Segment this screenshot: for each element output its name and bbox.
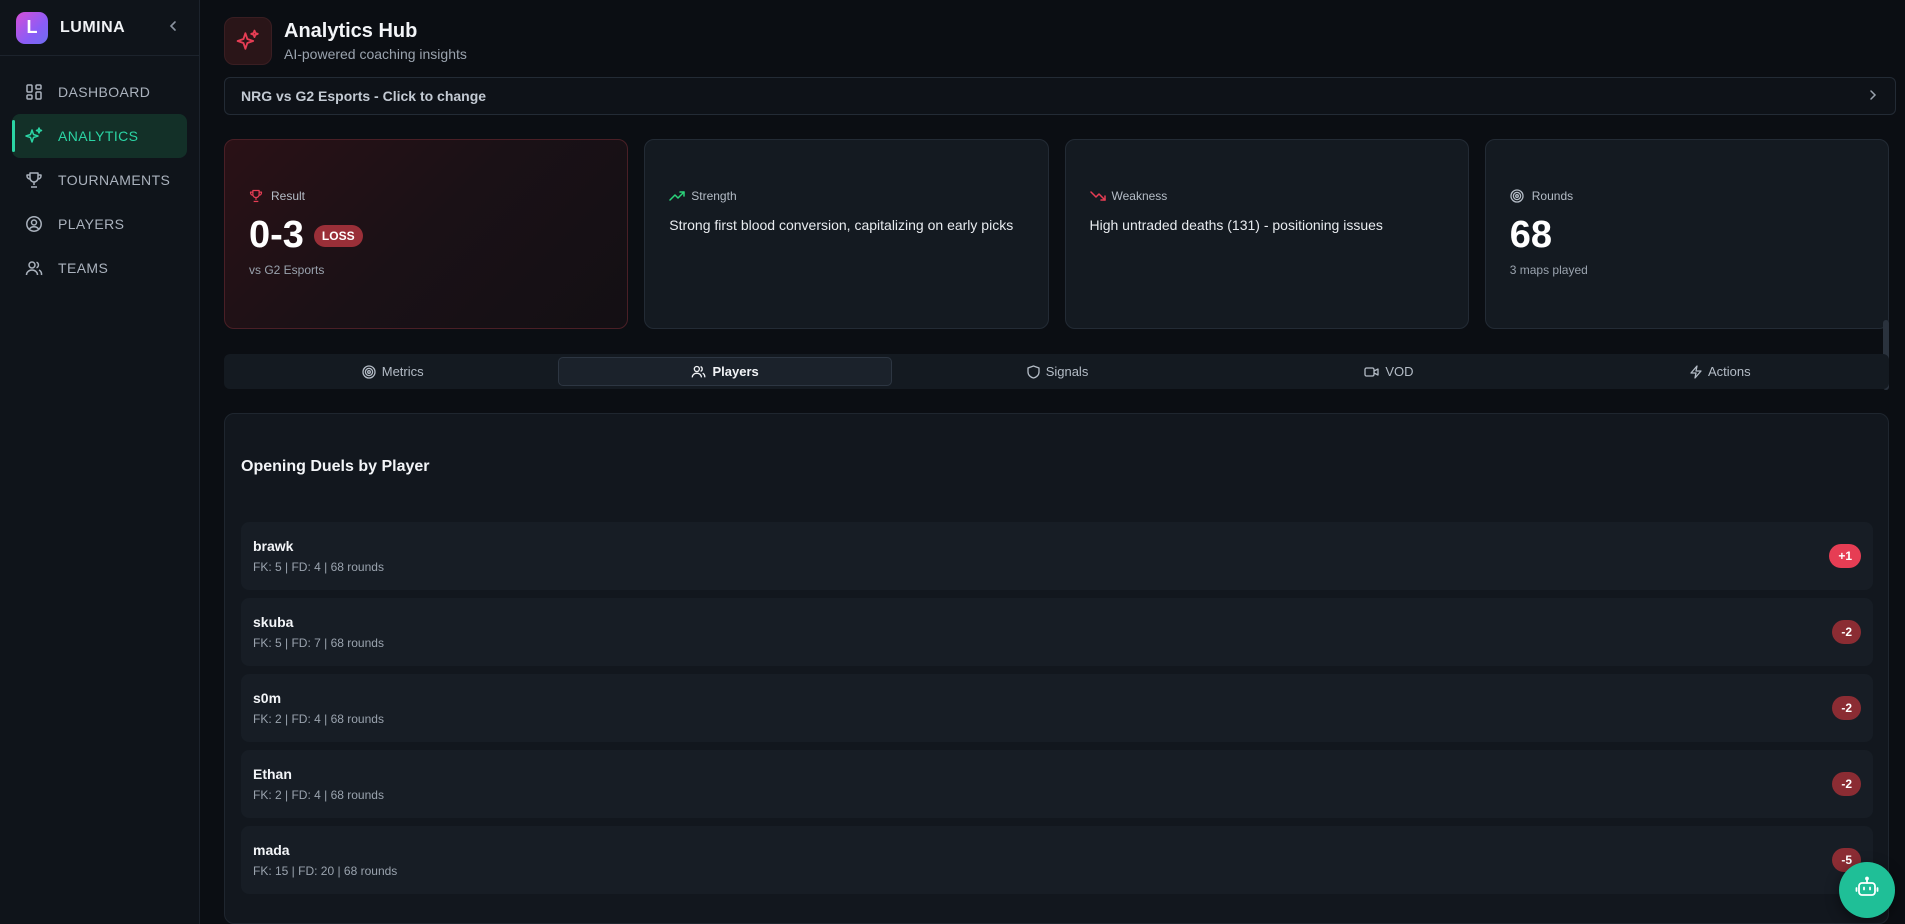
panel-title: Opening Duels by Player [241, 458, 430, 475]
duel-diff-badge: -2 [1832, 696, 1861, 720]
sidebar-item-label: ANALYTICS [58, 128, 139, 144]
sparkles-icon [224, 17, 272, 65]
sidebar-item-players[interactable]: PLAYERS [12, 202, 187, 246]
users-icon [691, 364, 706, 379]
robot-icon [1854, 875, 1880, 906]
tab-label: Signals [1045, 364, 1089, 379]
trophy-icon [249, 188, 265, 204]
sidebar-item-label: PLAYERS [58, 216, 125, 232]
trending-down-icon [1089, 188, 1106, 204]
list-item[interactable]: mada FK: 15 | FD: 20 | 68 rounds -5 [241, 826, 1873, 894]
sidebar: L LUMINA DASHBOARD ANALYTICS TOURNAMENTS [0, 0, 200, 924]
sidebar-item-label: TOURNAMENTS [58, 172, 171, 188]
player-stats: FK: 5 | FD: 4 | 68 rounds [253, 560, 384, 574]
brand: L LUMINA [0, 0, 199, 56]
tab-players[interactable]: Players [558, 357, 892, 386]
sidebar-nav: DASHBOARD ANALYTICS TOURNAMENTS PLAYERS … [0, 56, 199, 304]
tab-vod[interactable]: VOD [1223, 357, 1554, 386]
rounds-value: 68 [1509, 214, 1553, 256]
collapse-sidebar-icon[interactable] [163, 19, 183, 37]
strength-label: Strength [691, 189, 737, 203]
opening-duels-panel: Opening Duels by Player brawk FK: 5 | FD… [224, 413, 1889, 924]
ai-assistant-button[interactable] [1839, 862, 1895, 918]
duel-diff-badge: -2 [1832, 772, 1861, 796]
app-name: LUMINA [60, 18, 126, 36]
users-icon [24, 258, 44, 278]
sparkles-icon [24, 126, 44, 146]
match-selector[interactable]: NRG vs G2 Esports - Click to change [224, 77, 1896, 115]
weakness-text: High untraded deaths (131) - positioning… [1089, 217, 1383, 233]
target-icon [1510, 188, 1526, 204]
tab-label: VOD [1385, 364, 1414, 379]
analytics-tabs: Metrics Players Signals VOD Actions [224, 354, 1889, 389]
sidebar-item-dashboard[interactable]: DASHBOARD [12, 70, 187, 114]
player-name: skuba [253, 614, 294, 630]
tab-label: Metrics [381, 364, 424, 379]
duel-diff-badge: -2 [1832, 620, 1861, 644]
user-circle-icon [24, 214, 44, 234]
app-logo[interactable]: L [16, 11, 48, 44]
tab-label: Players [712, 364, 759, 379]
tab-actions[interactable]: Actions [1555, 357, 1886, 386]
tab-metrics[interactable]: Metrics [227, 357, 558, 386]
player-name: s0m [253, 690, 282, 706]
sidebar-item-label: TEAMS [58, 260, 109, 276]
duel-diff-badge: +1 [1829, 544, 1861, 568]
weakness-label: Weakness [1111, 189, 1168, 203]
main-content: Analytics Hub AI-powered coaching insigh… [224, 0, 1905, 924]
sidebar-item-analytics[interactable]: ANALYTICS [12, 114, 187, 158]
strength-text: Strong first blood conversion, capitaliz… [669, 217, 1014, 233]
lightning-icon [1690, 364, 1702, 379]
player-list: brawk FK: 5 | FD: 4 | 68 rounds +1 skuba… [241, 522, 1873, 902]
sidebar-item-tournaments[interactable]: TOURNAMENTS [12, 158, 187, 202]
rounds-label: Rounds [1531, 189, 1574, 203]
status-badge: LOSS [313, 224, 363, 247]
tab-label: Actions [1708, 364, 1751, 379]
summary-cards: Result 0-3 LOSS vs G2 Esports Strength S… [224, 139, 1889, 329]
weakness-card: Weakness High untraded deaths (131) - po… [1064, 139, 1469, 329]
result-score: 0-3 [249, 214, 304, 256]
sidebar-item-teams[interactable]: TEAMS [12, 246, 187, 290]
match-selector-label: NRG vs G2 Esports - Click to change [241, 88, 487, 104]
player-name: brawk [253, 538, 294, 554]
result-card: Result 0-3 LOSS vs G2 Esports [224, 139, 629, 329]
result-label: Result [271, 189, 306, 203]
player-stats: FK: 5 | FD: 7 | 68 rounds [253, 636, 384, 650]
list-item[interactable]: Ethan FK: 2 | FD: 4 | 68 rounds -2 [241, 750, 1873, 818]
tab-signals[interactable]: Signals [892, 357, 1223, 386]
rounds-card: Rounds 68 3 maps played [1484, 139, 1889, 329]
trending-up-icon [669, 188, 685, 204]
sidebar-item-label: DASHBOARD [58, 84, 151, 100]
strength-card: Strength Strong first blood conversion, … [644, 139, 1049, 329]
player-stats: FK: 15 | FD: 20 | 68 rounds [253, 864, 398, 878]
list-item[interactable]: s0m FK: 2 | FD: 4 | 68 rounds -2 [241, 674, 1873, 742]
rounds-sub: 3 maps played [1509, 263, 1588, 277]
list-item[interactable]: skuba FK: 5 | FD: 7 | 68 rounds -2 [241, 598, 1873, 666]
dashboard-grid-icon [24, 82, 44, 102]
result-opponent: vs G2 Esports [249, 263, 325, 277]
chevron-right-icon [1867, 88, 1879, 104]
page-subtitle: AI-powered coaching insights [284, 46, 467, 62]
player-name: Ethan [253, 766, 292, 782]
page-title: Analytics Hub [284, 20, 418, 42]
target-icon [362, 364, 376, 379]
player-stats: FK: 2 | FD: 4 | 68 rounds [253, 788, 384, 802]
shield-icon [1027, 364, 1040, 379]
list-item[interactable]: brawk FK: 5 | FD: 4 | 68 rounds +1 [241, 522, 1873, 590]
player-name: mada [253, 842, 290, 858]
page-header: Analytics Hub AI-powered coaching insigh… [224, 16, 467, 66]
trophy-icon [24, 170, 44, 190]
video-icon [1364, 366, 1379, 378]
player-stats: FK: 2 | FD: 4 | 68 rounds [253, 712, 384, 726]
